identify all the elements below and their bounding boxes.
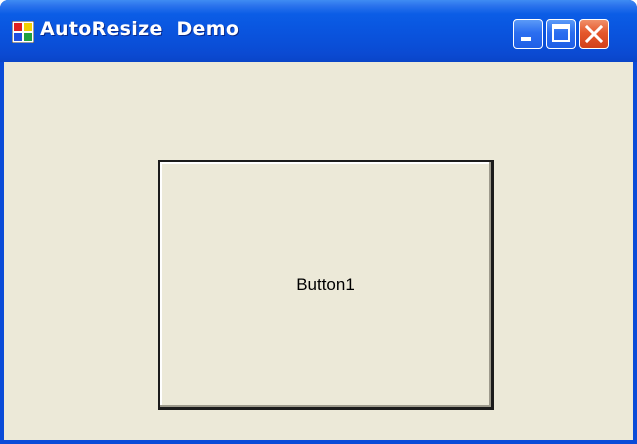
button1[interactable]: Button1: [158, 160, 494, 410]
app-window: AutoResize Demo Button1: [0, 0, 637, 444]
close-icon: [584, 24, 604, 44]
maximize-button[interactable]: [546, 19, 576, 49]
minimize-icon: [521, 37, 531, 41]
button1-label: Button1: [296, 274, 355, 294]
app-icon: [11, 20, 35, 44]
maximize-icon: [552, 24, 570, 42]
window-title: AutoResize Demo: [40, 18, 240, 40]
title-bar[interactable]: AutoResize Demo: [0, 0, 637, 62]
close-button[interactable]: [579, 19, 609, 49]
minimize-button[interactable]: [513, 19, 543, 49]
client-area: Button1: [4, 62, 633, 440]
